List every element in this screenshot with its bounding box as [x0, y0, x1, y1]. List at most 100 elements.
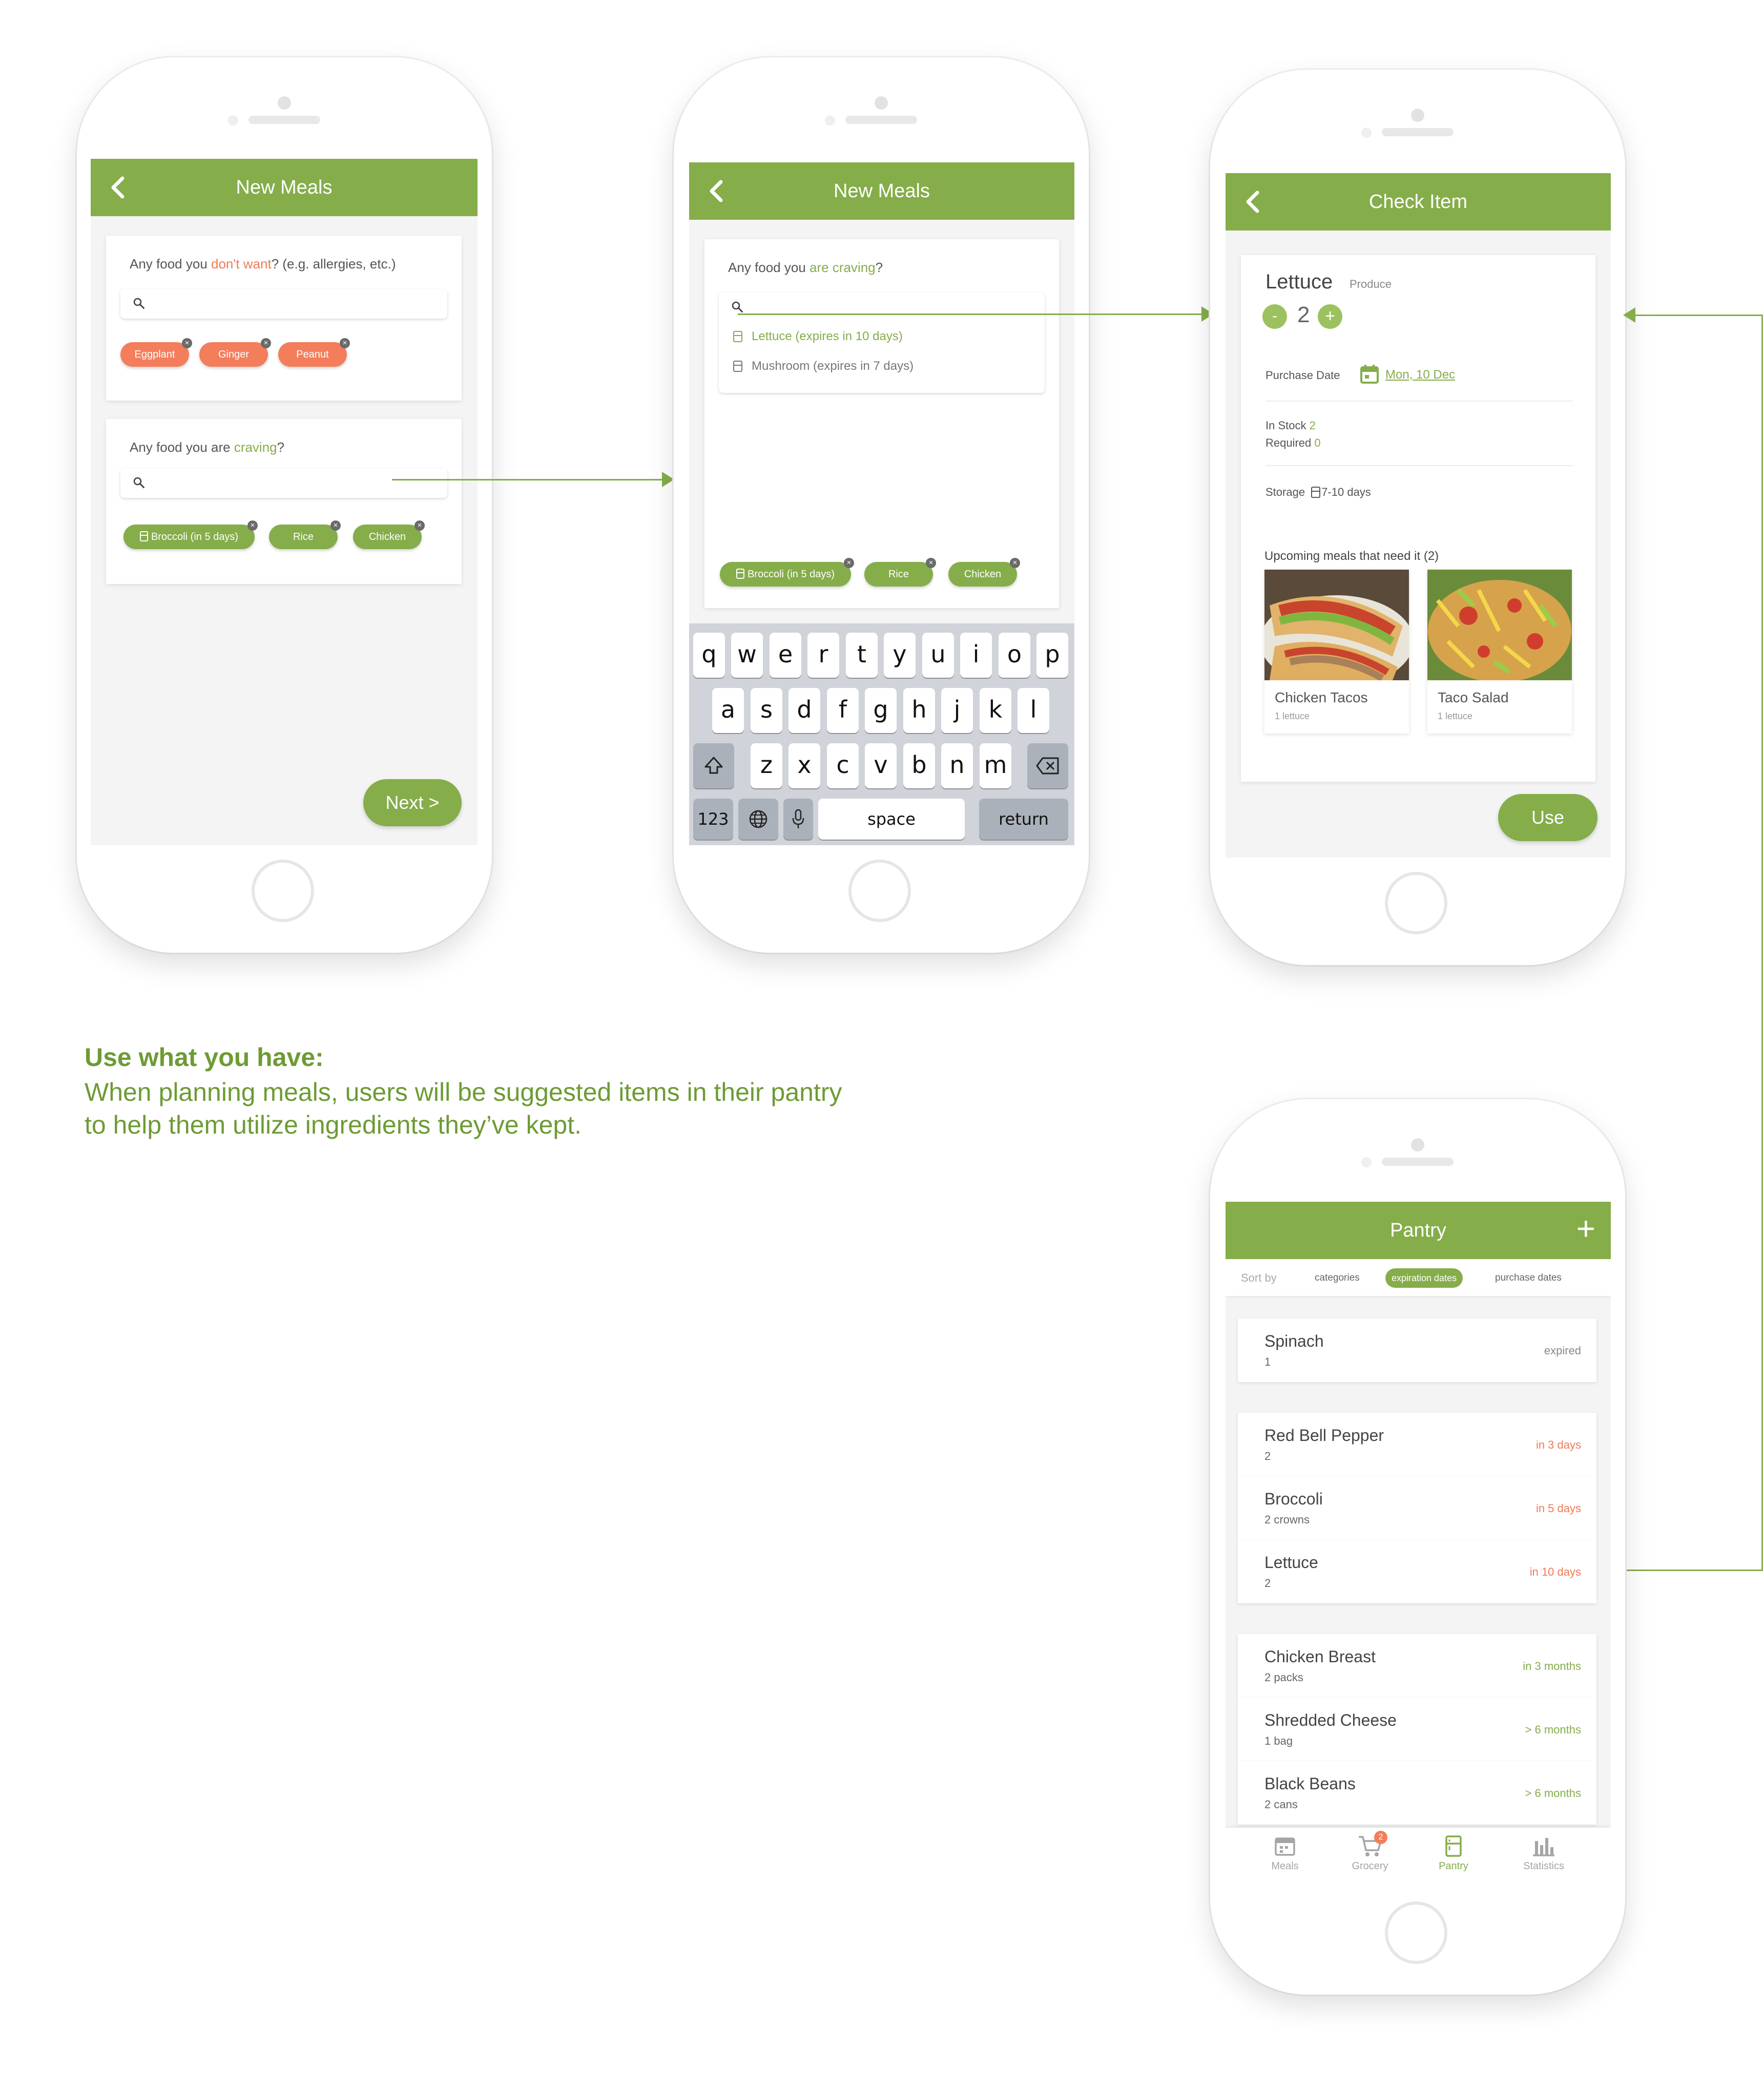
shift-key[interactable] [693, 743, 734, 788]
home-button[interactable] [1385, 1901, 1447, 1964]
key[interactable]: q [693, 633, 725, 678]
page-title: New Meals [834, 180, 930, 202]
meal-card[interactable]: Chicken Tacos 1 lettuce [1264, 570, 1409, 734]
chip-craving[interactable]: Chicken × [948, 558, 1020, 587]
key[interactable]: p [1036, 633, 1068, 678]
key[interactable]: d [788, 688, 820, 733]
home-button[interactable] [848, 860, 911, 922]
chip-craving[interactable]: Broccoli (in 5 days) × [720, 558, 854, 587]
fridge-icon [1445, 1835, 1462, 1857]
key[interactable]: i [960, 633, 992, 678]
calendar-icon[interactable] [1360, 364, 1379, 384]
key[interactable]: z [751, 743, 782, 788]
pantry-item[interactable]: Broccoli 2 crowns in 5 days [1238, 1476, 1596, 1540]
key[interactable]: m [980, 743, 1011, 788]
mic-key[interactable] [783, 799, 813, 840]
purchase-date-value[interactable]: Mon, 10 Dec [1385, 368, 1455, 382]
nav-grocery[interactable]: 2 Grocery [1344, 1831, 1396, 1872]
chip-label: Eggplant [134, 349, 175, 360]
key[interactable]: l [1018, 688, 1049, 733]
nav-pantry[interactable]: Pantry [1430, 1835, 1477, 1872]
key[interactable]: g [865, 688, 897, 733]
home-button[interactable] [1385, 872, 1447, 934]
delete-key[interactable] [1027, 743, 1068, 788]
next-button[interactable]: Next > [363, 779, 462, 826]
sort-categories[interactable]: categories [1315, 1272, 1360, 1284]
chip-dislike[interactable]: Peanut × [278, 338, 350, 367]
chip-dislike[interactable]: Eggplant × [120, 338, 192, 367]
home-button[interactable] [252, 860, 314, 922]
key[interactable]: r [807, 633, 839, 678]
meal-card[interactable]: Taco Salad 1 lettuce [1427, 570, 1572, 734]
key[interactable]: b [903, 743, 935, 788]
dislike-search-input[interactable] [120, 289, 447, 319]
add-item-button[interactable]: + [1576, 1202, 1595, 1257]
chip-craving[interactable]: Broccoli (in 5 days) × [123, 520, 258, 549]
pantry-item[interactable]: Black Beans 2 cans > 6 months [1238, 1761, 1596, 1825]
microphone-icon [792, 809, 804, 828]
item-name: Red Bell Pepper [1264, 1426, 1384, 1445]
meal-need: 1 lettuce [1275, 711, 1310, 721]
remove-icon[interactable]: × [926, 558, 936, 568]
key[interactable]: j [941, 688, 973, 733]
key[interactable]: w [731, 633, 763, 678]
remove-icon[interactable]: × [330, 520, 341, 531]
upcoming-meals-heading: Upcoming meals that need it (2) [1264, 549, 1439, 563]
key[interactable]: e [770, 633, 801, 678]
suggestion-item[interactable]: Mushroom (expires in 7 days) [733, 359, 914, 373]
craving-search-dropdown[interactable]: Lettuce (expires in 10 days) Mushroom (e… [719, 292, 1045, 393]
nav-label: Statistics [1523, 1860, 1565, 1872]
key[interactable]: t [846, 633, 878, 678]
remove-icon[interactable]: × [844, 558, 854, 568]
item-detail-card: Lettuce Produce - 2 + Purchase Date Mon,… [1241, 255, 1595, 782]
key[interactable]: u [922, 633, 954, 678]
remove-icon[interactable]: × [247, 520, 258, 531]
key[interactable]: x [788, 743, 820, 788]
remove-icon[interactable]: × [261, 338, 271, 348]
decrement-button[interactable]: - [1262, 304, 1287, 329]
space-key[interactable]: space [818, 799, 965, 840]
back-arrow-icon[interactable] [107, 175, 130, 200]
key[interactable]: c [827, 743, 859, 788]
remove-icon[interactable]: × [414, 520, 425, 531]
sort-purchase[interactable]: purchase dates [1495, 1272, 1562, 1284]
pantry-item[interactable]: Lettuce 2 in 10 days [1238, 1540, 1596, 1603]
search-icon [732, 301, 743, 312]
chip-craving[interactable]: Rice × [864, 558, 936, 587]
suggestion-item[interactable]: Lettuce (expires in 10 days) [733, 329, 903, 344]
remove-icon[interactable]: × [340, 338, 350, 348]
key[interactable]: a [712, 688, 744, 733]
key[interactable]: o [999, 633, 1030, 678]
chip-craving[interactable]: Chicken × [353, 520, 425, 549]
nav-meals[interactable]: Meals [1263, 1835, 1306, 1872]
shift-arrow-icon [704, 757, 723, 774]
key[interactable]: s [751, 688, 782, 733]
use-button[interactable]: Use [1498, 794, 1597, 841]
key[interactable]: n [941, 743, 973, 788]
key[interactable]: f [827, 688, 859, 733]
nav-statistics[interactable]: Statistics [1516, 1835, 1572, 1872]
sort-expiration[interactable]: expiration dates [1385, 1268, 1463, 1288]
back-arrow-icon[interactable] [1242, 190, 1264, 214]
pantry-item[interactable]: Spinach 1 expired [1238, 1319, 1596, 1382]
increment-button[interactable]: + [1318, 304, 1342, 329]
globe-key[interactable] [738, 799, 778, 840]
key[interactable]: y [884, 633, 916, 678]
key[interactable]: h [903, 688, 935, 733]
key[interactable]: v [865, 743, 897, 788]
key[interactable]: k [980, 688, 1011, 733]
pantry-item[interactable]: Chicken Breast 2 packs in 3 months [1238, 1634, 1596, 1698]
nav-label: Grocery [1352, 1860, 1388, 1872]
craving-search-input[interactable] [120, 468, 447, 498]
storage-label: Storage [1265, 486, 1305, 498]
remove-icon[interactable]: × [1010, 558, 1020, 568]
chip-craving[interactable]: Rice × [269, 520, 341, 549]
pantry-item[interactable]: Shredded Cheese 1 bag > 6 months [1238, 1698, 1596, 1761]
item-expiry: > 6 months [1525, 1787, 1581, 1800]
pantry-item[interactable]: Red Bell Pepper 2 in 3 days [1238, 1413, 1596, 1476]
numbers-key[interactable]: 123 [693, 799, 733, 840]
back-arrow-icon[interactable] [705, 179, 728, 203]
return-key[interactable]: return [979, 799, 1068, 840]
remove-icon[interactable]: × [182, 338, 192, 348]
chip-dislike[interactable]: Ginger × [199, 338, 271, 367]
